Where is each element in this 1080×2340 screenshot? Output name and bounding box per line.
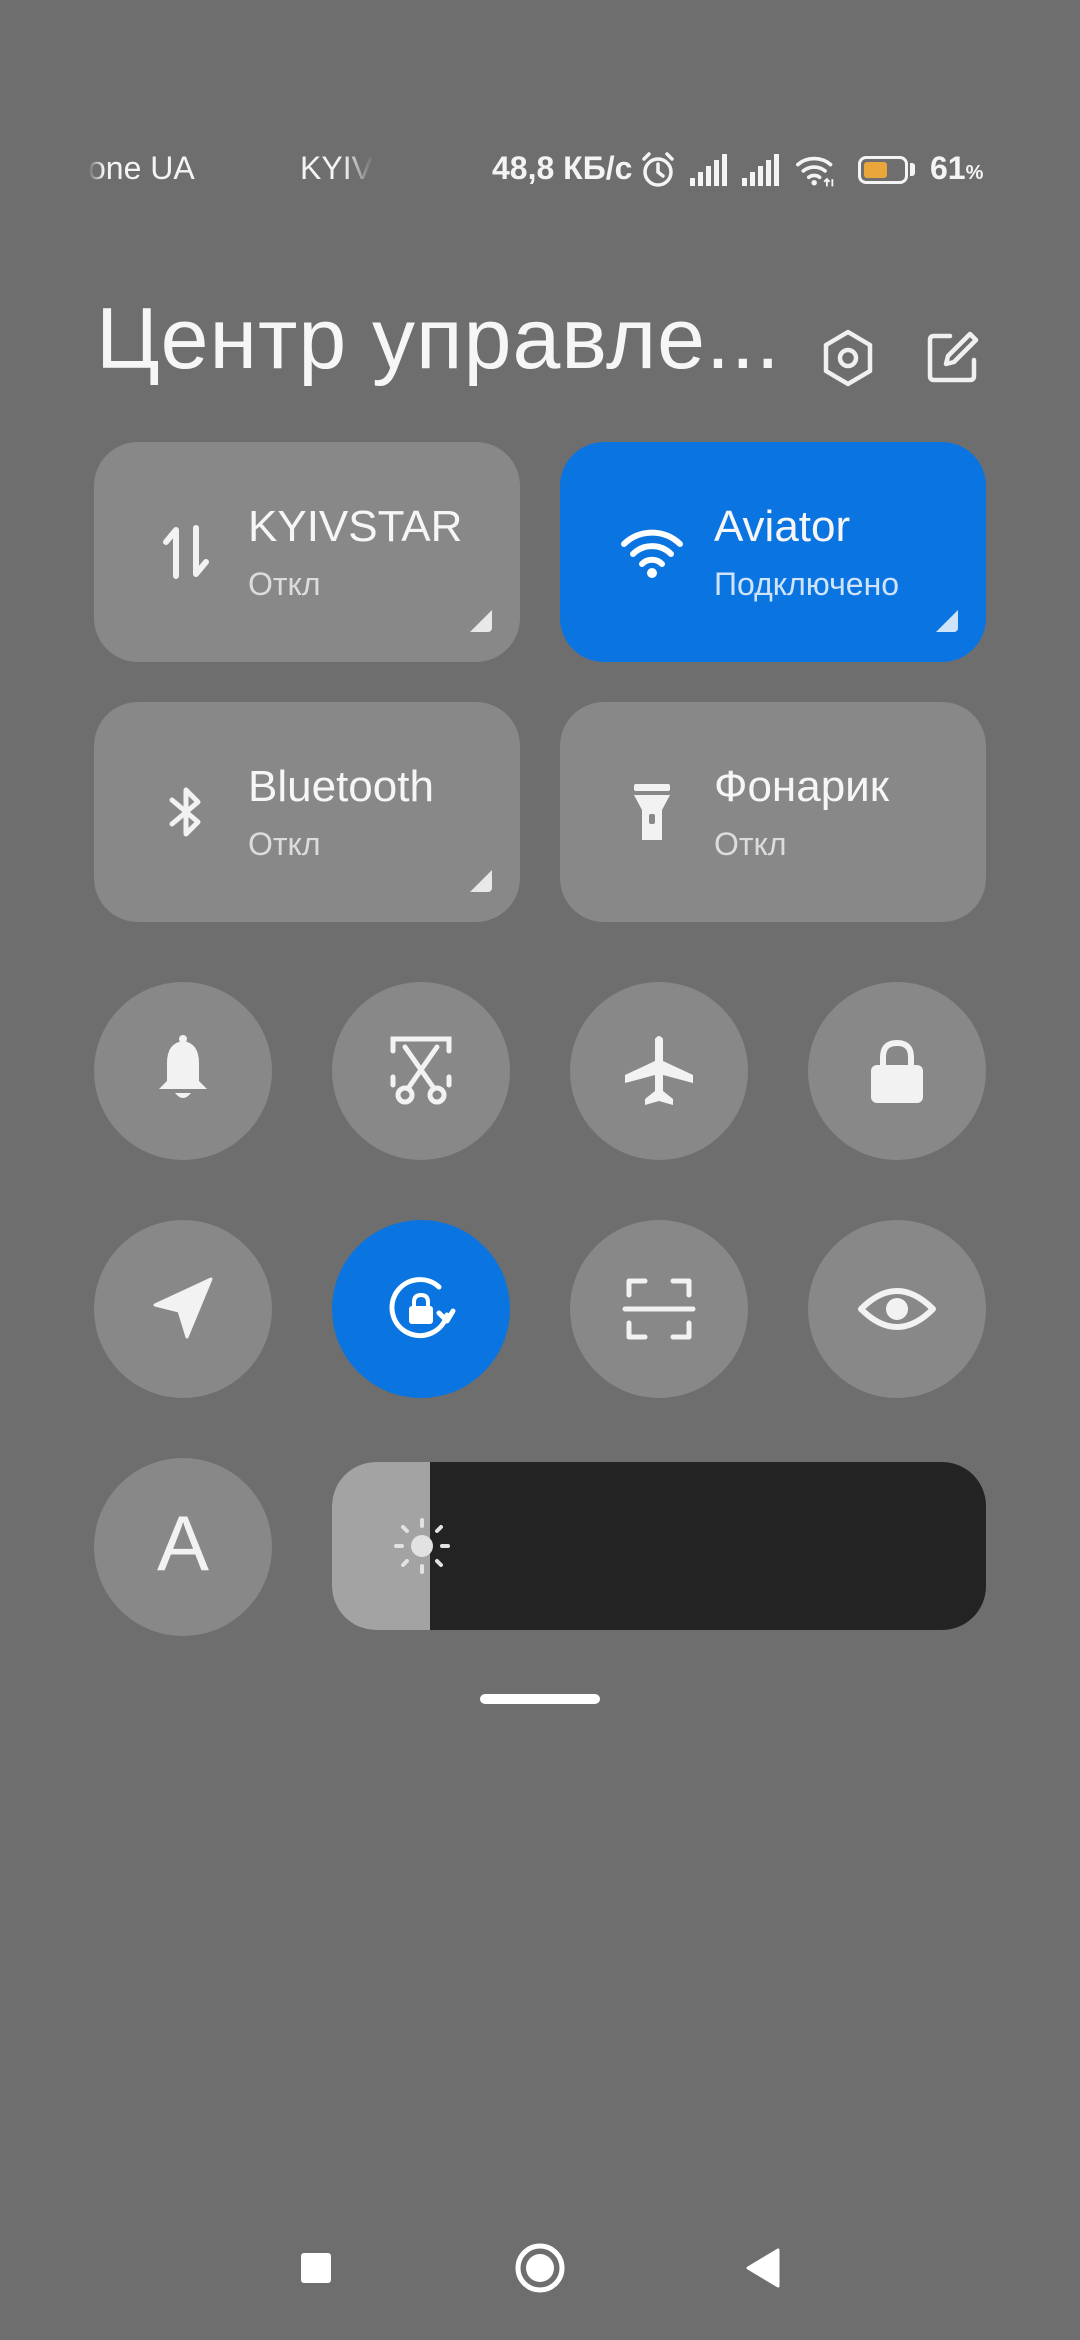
expand-corner-icon[interactable] (470, 610, 492, 632)
battery-icon (858, 156, 908, 184)
tile-bluetooth[interactable]: Bluetooth Откл (94, 702, 520, 922)
tile-label: Фонарик (714, 762, 889, 811)
auto-brightness-label: A (156, 1499, 210, 1587)
wifi-status-icon (796, 156, 834, 187)
toggle-reading-mode[interactable] (808, 1220, 986, 1398)
expand-corner-icon[interactable] (470, 870, 492, 892)
auto-brightness-button[interactable]: A (94, 1458, 272, 1636)
tile-status: Откл (248, 826, 321, 862)
lock-icon (871, 1039, 923, 1103)
battery-percent: 61% (930, 150, 984, 186)
scanner-icon (622, 1278, 696, 1340)
bluetooth-icon (169, 787, 201, 837)
tile-label: Aviator (714, 502, 851, 551)
signal-icon (690, 154, 727, 186)
edit-icon[interactable] (922, 328, 982, 388)
sun-icon (394, 1518, 450, 1574)
wifi-icon (621, 529, 683, 578)
toggle-scanner[interactable] (570, 1220, 748, 1398)
recents-icon[interactable] (286, 2238, 346, 2298)
expand-corner-icon[interactable] (936, 610, 958, 632)
carrier-name-2: KYIV (300, 150, 373, 186)
tile-mobile-data[interactable]: KYIVSTAR Откл (94, 442, 520, 662)
bell-icon (159, 1035, 207, 1098)
drag-handle[interactable] (480, 1694, 600, 1704)
mobile-data-icon (163, 525, 209, 579)
tile-status: Откл (714, 826, 787, 862)
alarm-icon (642, 152, 674, 187)
battery-tip (910, 163, 915, 176)
location-icon (153, 1277, 213, 1339)
eye-icon (858, 1288, 936, 1330)
toggle-location[interactable] (94, 1220, 272, 1398)
settings-icon[interactable] (818, 328, 878, 388)
tile-label: Bluetooth (248, 762, 434, 811)
brightness-slider[interactable] (332, 1462, 986, 1630)
toggle-rotation-lock[interactable] (332, 1220, 510, 1398)
back-icon[interactable] (734, 2238, 794, 2298)
tile-wifi[interactable]: Aviator Подключено (560, 442, 986, 662)
toggle-screenshot[interactable] (332, 982, 510, 1160)
status-bar: one UA KYIV 48,8 КБ/с 61% (0, 0, 1080, 200)
page-title: Центр управле... (96, 291, 781, 387)
signal-icon-2 (742, 154, 779, 186)
toggle-lock[interactable] (808, 982, 986, 1160)
airplane-icon (625, 1036, 693, 1105)
network-speed: 48,8 КБ/с (492, 150, 633, 186)
flashlight-icon (634, 784, 670, 840)
rotation-lock-icon (389, 1277, 456, 1339)
carrier-name-1: one UA (88, 150, 195, 186)
tile-status: Подключено (714, 566, 900, 602)
toggle-airplane[interactable] (570, 982, 748, 1160)
screenshot-icon (390, 1036, 452, 1105)
tile-label: KYIVSTAR (248, 502, 463, 551)
tile-status: Откл (248, 566, 321, 602)
battery-fill (864, 162, 887, 178)
tile-flashlight[interactable]: Фонарик Откл (560, 702, 986, 922)
home-icon[interactable] (510, 2238, 570, 2298)
toggle-silent[interactable] (94, 982, 272, 1160)
